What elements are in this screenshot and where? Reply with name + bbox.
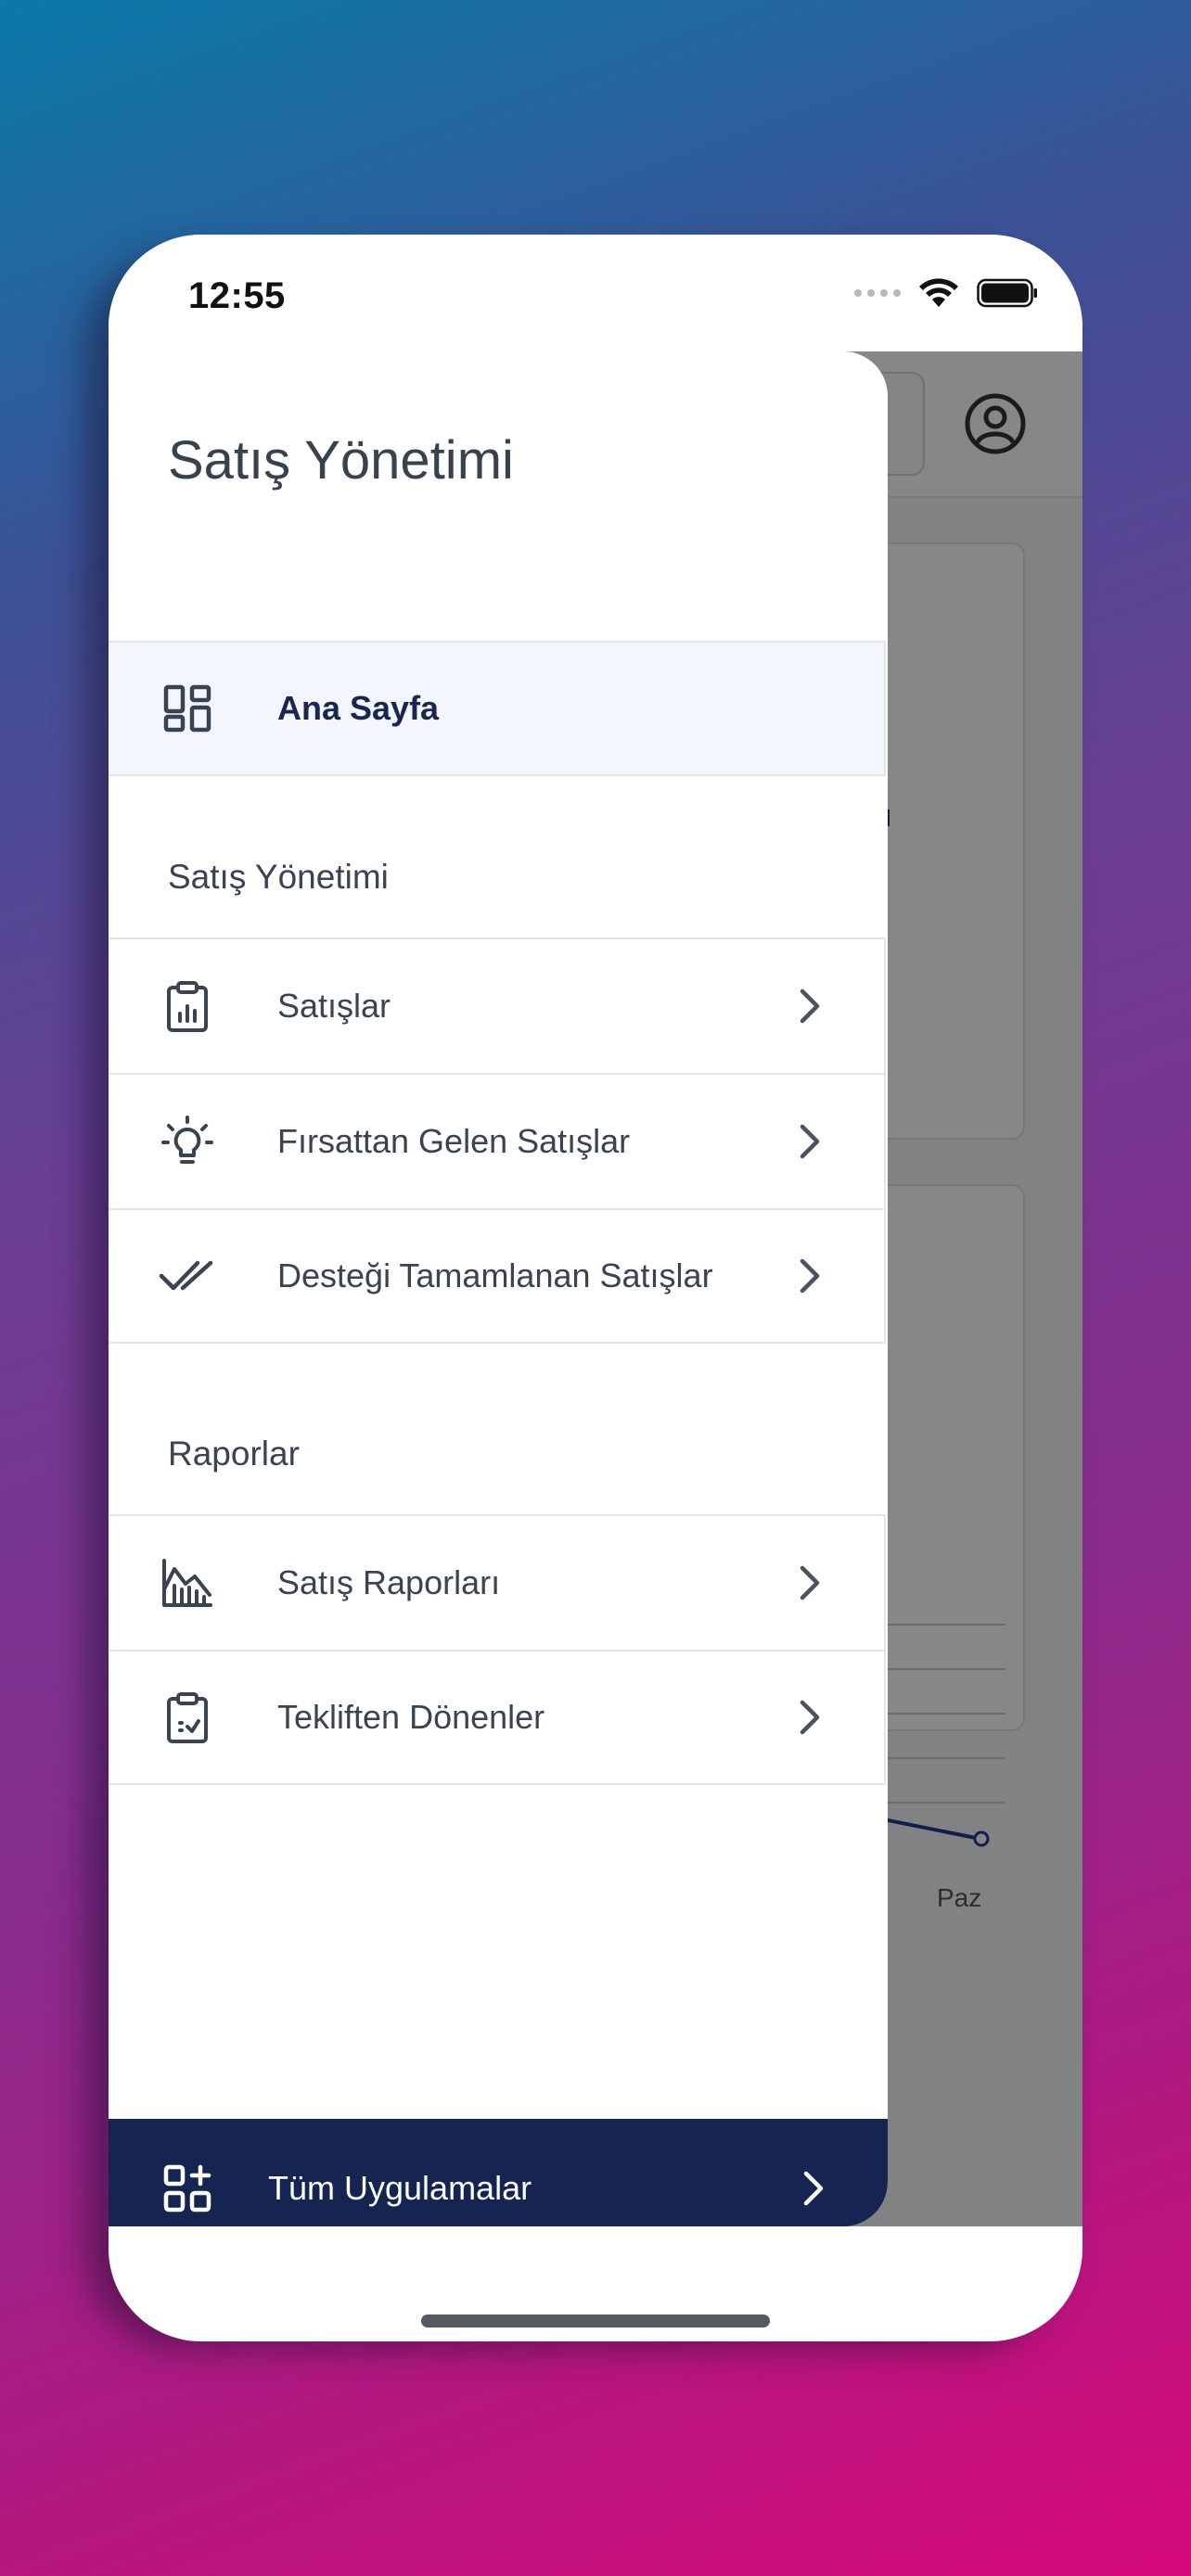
chevron-right-icon <box>800 1124 820 1159</box>
menu-item-label: Tekliften Dönenler <box>277 1698 545 1736</box>
menu-item-label: Satışlar <box>277 987 391 1025</box>
section-title-satis-yonetimi: Satış Yönetimi <box>168 858 389 896</box>
menu-item-firsattan-gelen-satislar[interactable]: Fırsattan Gelen Satışlar <box>109 1073 886 1208</box>
menu-item-label: Satış Raporları <box>277 1563 501 1601</box>
apps-add-icon <box>159 2160 216 2217</box>
drawer-title: Satış Yönetimi <box>168 430 514 491</box>
menu-item-ana-sayfa[interactable]: Ana Sayfa <box>109 641 886 776</box>
status-bar: 12:55 <box>109 235 1082 351</box>
menu-item-satis-raporlari[interactable]: Satış Raporları <box>109 1514 886 1650</box>
double-check-icon <box>159 1247 216 1305</box>
chevron-right-icon <box>800 1565 820 1600</box>
lightbulb-icon <box>159 1113 216 1170</box>
wifi-icon <box>919 278 958 307</box>
battery-icon <box>977 278 1037 308</box>
navigation-drawer: Satış Yönetimi Ana Sayfa Satış Yönetimi <box>109 351 888 2226</box>
status-icons <box>854 277 1038 309</box>
all-apps-button[interactable]: Tüm Uygulamalar <box>109 2119 888 2226</box>
clipboard-chart-icon <box>159 977 216 1035</box>
clipboard-check-icon <box>159 1689 216 1746</box>
menu-item-label: Ana Sayfa <box>277 689 440 727</box>
chevron-right-icon <box>800 1700 820 1735</box>
dashboard-icon <box>159 680 216 737</box>
phone-frame: 12:55 Paz Satış Yönetimi Ana Sayfa Satış… <box>109 235 1082 2341</box>
menu-item-label: Fırsattan Gelen Satışlar <box>277 1122 631 1160</box>
chevron-right-icon <box>800 1258 820 1294</box>
signal-icon <box>854 289 901 297</box>
menu-item-tekliften-donenler[interactable]: Tekliften Dönenler <box>109 1650 886 1785</box>
chart-area-icon <box>159 1554 216 1612</box>
chevron-right-icon <box>800 988 820 1024</box>
status-time: 12:55 <box>188 275 286 316</box>
menu-item-destegi-tamamlanan-satislar[interactable]: Desteği Tamamlanan Satışlar <box>109 1208 886 1344</box>
menu-item-label: Desteği Tamamlanan Satışlar <box>277 1256 713 1294</box>
section-title-raporlar: Raporlar <box>168 1435 300 1473</box>
home-indicator[interactable] <box>421 2315 770 2327</box>
menu-item-satislar[interactable]: Satışlar <box>109 937 886 1073</box>
all-apps-label: Tüm Uygulamalar <box>268 2169 532 2207</box>
chevron-right-icon <box>803 2171 824 2206</box>
